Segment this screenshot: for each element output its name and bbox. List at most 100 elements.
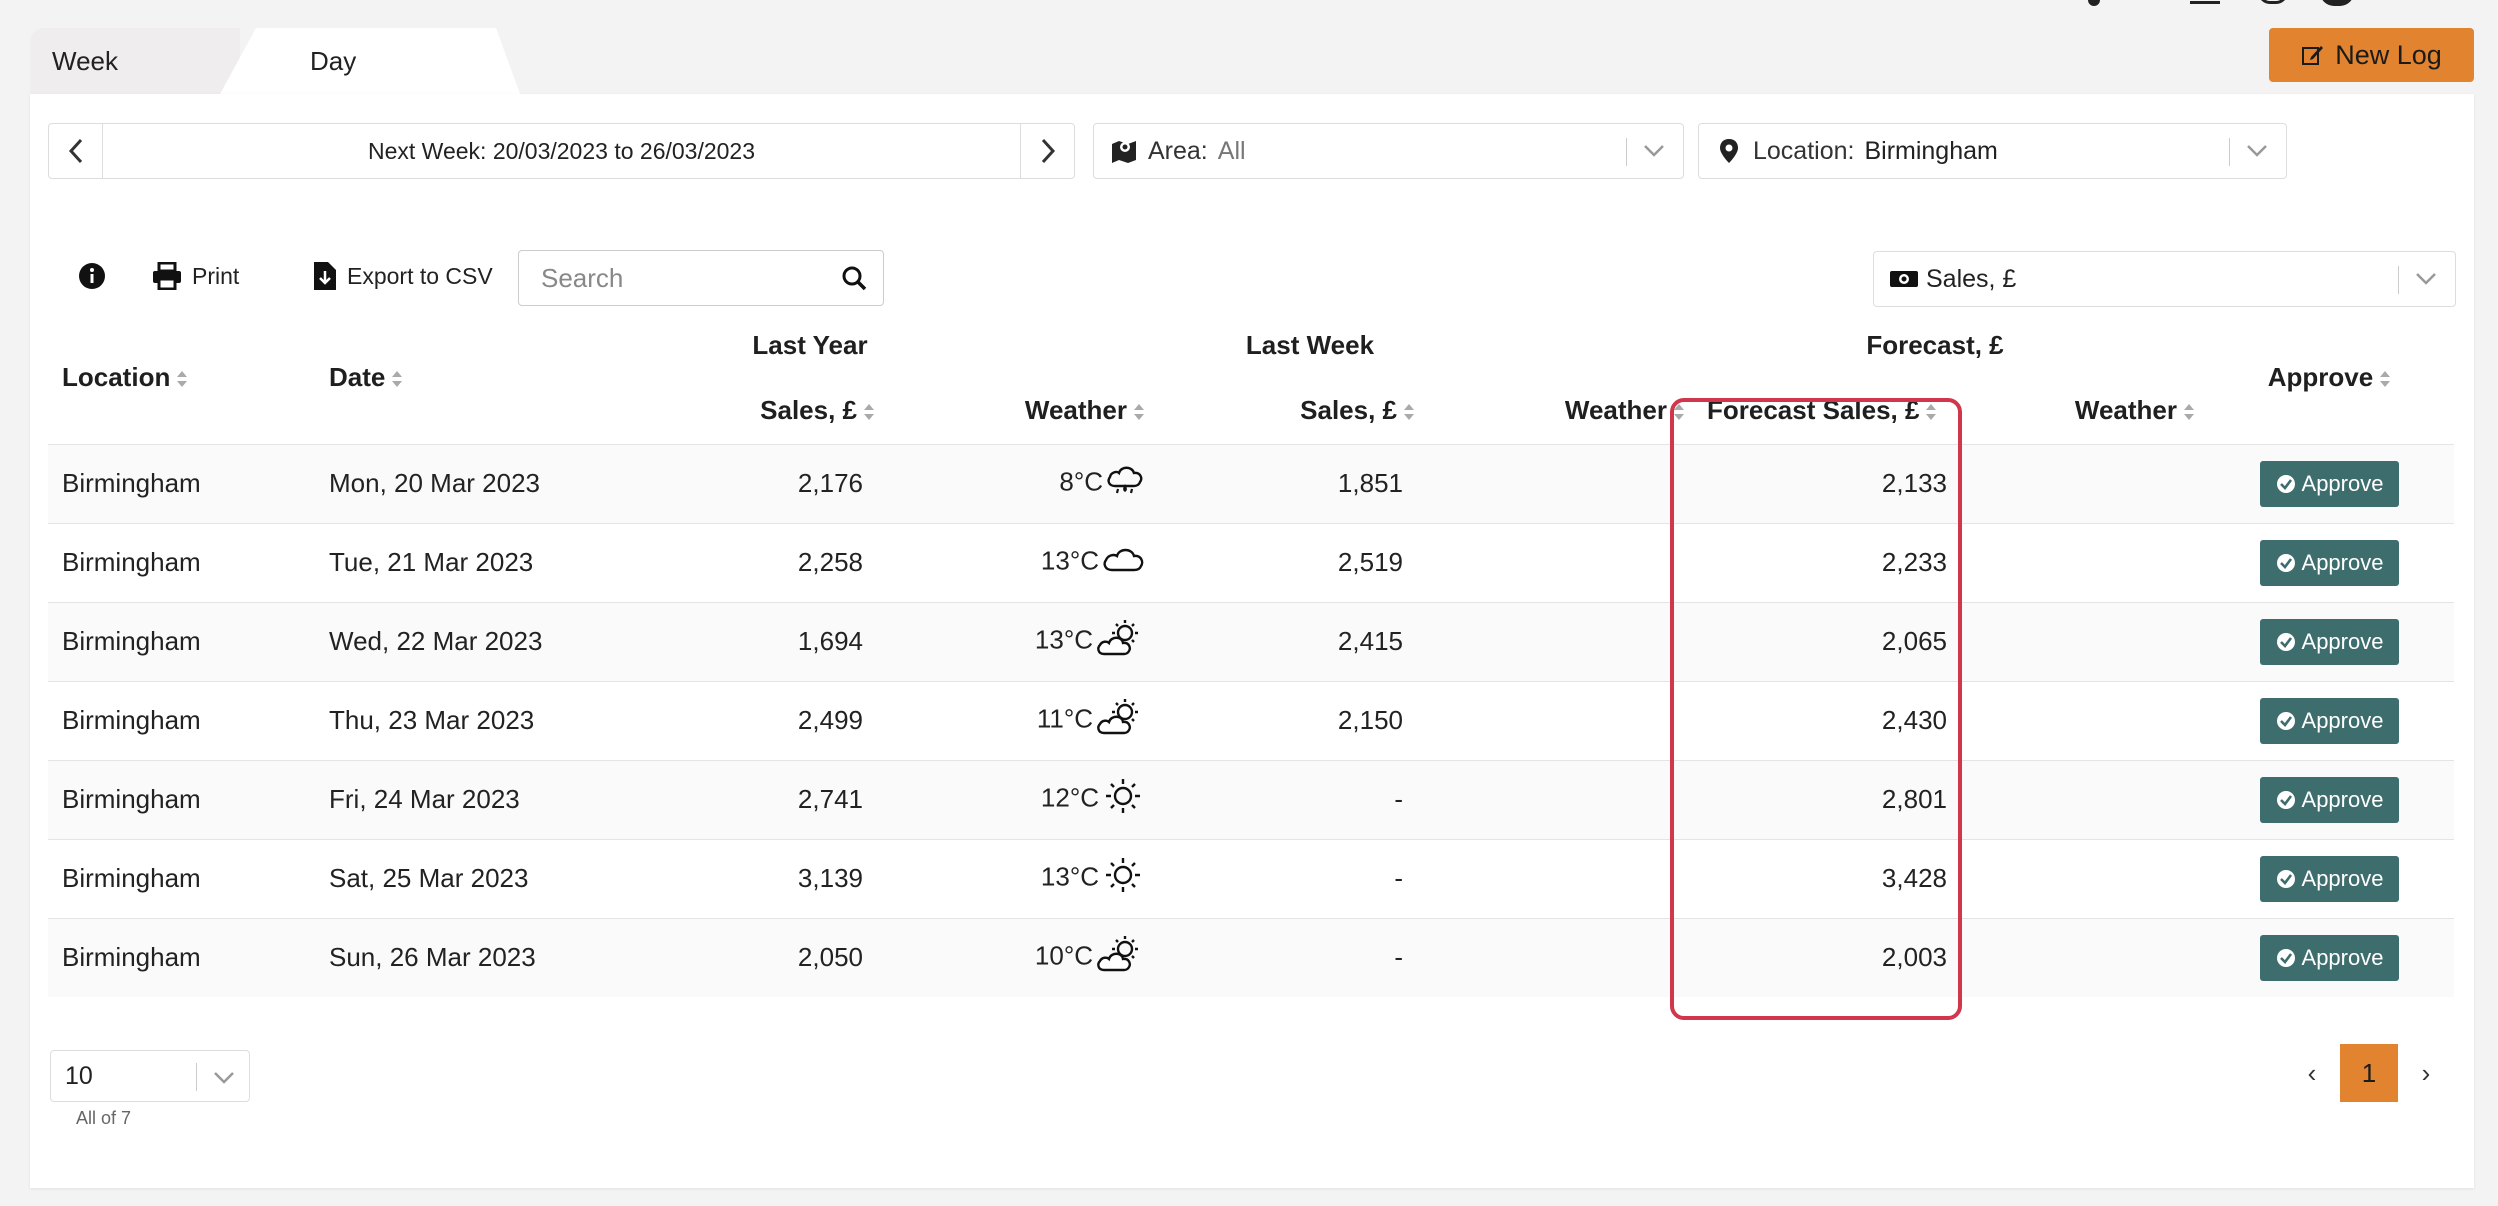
chevron-left-icon	[68, 138, 82, 164]
approve-button[interactable]: Approve	[2259, 776, 2400, 823]
cell-fc-sales: 3,428	[1881, 863, 1947, 893]
weather-temp: 11°C	[1036, 703, 1093, 734]
sort-icon	[2380, 371, 2391, 388]
cell-ly-weather: 8°C	[885, 444, 1155, 523]
cell-lw-weather	[1425, 523, 1695, 602]
approve-button[interactable]: Approve	[2259, 697, 2400, 744]
approve-label: Approve	[2301, 549, 2384, 575]
cell-lw-weather	[1425, 918, 1695, 997]
table-row: Birmingham Sun, 26 Mar 2023 2,050 10°C - 2,00…	[48, 918, 2454, 997]
print-button[interactable]: Print	[152, 251, 239, 301]
select-divider	[2229, 138, 2230, 166]
search-input[interactable]	[519, 262, 819, 294]
sort-icon	[1926, 404, 1937, 421]
cell-ly-weather: 13°C	[885, 523, 1155, 602]
approve-button[interactable]: Approve	[2259, 539, 2400, 586]
location-select[interactable]: Location: Birmingham	[1698, 123, 2287, 179]
approve-label: Approve	[2301, 865, 2384, 891]
approve-label: Approve	[2301, 786, 2384, 812]
export-csv-button[interactable]: Export to CSV	[313, 251, 493, 301]
check-circle-icon	[2276, 790, 2295, 809]
col-approve[interactable]: Approve	[2205, 312, 2454, 444]
check-circle-icon	[2276, 553, 2295, 572]
cell-approve: Approve	[2205, 602, 2454, 681]
area-select-value: All	[1217, 136, 1246, 165]
cell-lw-weather	[1425, 602, 1695, 681]
cell-ly-sales: 1,694	[797, 626, 863, 656]
cell-ly-sales: 2,258	[797, 547, 863, 577]
cell-fc-sales: 2,133	[1881, 468, 1947, 498]
tab-day[interactable]: Day	[220, 28, 520, 94]
table-row: Birmingham Thu, 23 Mar 2023 2,499 11°C 2,150…	[48, 681, 2454, 760]
next-week-button[interactable]	[1020, 124, 1074, 178]
cell-fc-sales: 2,430	[1881, 705, 1947, 735]
approve-button[interactable]: Approve	[2259, 460, 2400, 507]
table-row: Birmingham Mon, 20 Mar 2023 2,176 8°C 1,851 2…	[48, 444, 2454, 523]
group-last-week: Last Week	[1245, 329, 1375, 360]
weather-temp: 12°C	[1040, 782, 1099, 813]
col-date[interactable]: Date	[315, 312, 585, 444]
cell-approve: Approve	[2205, 444, 2454, 523]
week-range-label: Next Week: 20/03/2023 to 26/03/2023	[367, 137, 756, 164]
partly-cloudy-icon	[1095, 934, 1145, 981]
cell-date: Thu, 23 Mar 2023	[329, 705, 535, 735]
forecast-table: Location Date Last Year Last Week Foreca…	[48, 312, 2454, 997]
new-log-button[interactable]: New Log	[2269, 28, 2474, 82]
approve-label: Approve	[2301, 470, 2384, 496]
sort-icon	[1674, 404, 1684, 421]
approve-button[interactable]: Approve	[2259, 618, 2400, 665]
metric-select[interactable]: Sales, £	[1873, 251, 2456, 307]
tab-week[interactable]: Week	[30, 28, 240, 94]
col-ly-weather[interactable]: Weather	[885, 378, 1155, 444]
sun-icon	[1101, 855, 1145, 902]
page-size-select[interactable]: 10	[50, 1050, 250, 1102]
pagination: ‹ 1 ›	[2284, 1044, 2454, 1102]
area-select[interactable]: Area: All	[1093, 123, 1684, 179]
sun-icon	[1101, 776, 1145, 823]
cell-fc-weather	[1975, 760, 2205, 839]
page-size-value: 10	[65, 1061, 93, 1090]
main-card: Next Week: 20/03/2023 to 26/03/2023 Area…	[30, 94, 2474, 1188]
cell-ly-sales: 3,139	[797, 863, 863, 893]
table-row: Birmingham Fri, 24 Mar 2023 2,741 12°C - 2,80…	[48, 760, 2454, 839]
page-button-1[interactable]: 1	[2340, 1044, 2398, 1102]
col-lw-sales-label: Sales, £	[1300, 395, 1397, 426]
approve-label: Approve	[2301, 707, 2384, 733]
cell-ly-sales: 2,499	[797, 705, 863, 735]
info-button[interactable]	[78, 251, 106, 301]
cell-lw-sales: 2,150	[1337, 705, 1403, 735]
approve-button[interactable]: Approve	[2259, 934, 2400, 981]
cell-lw-sales: -	[1394, 863, 1403, 893]
prev-week-button[interactable]	[49, 124, 103, 178]
cell-approve: Approve	[2205, 760, 2454, 839]
cell-date: Mon, 20 Mar 2023	[329, 468, 541, 498]
check-circle-icon	[2276, 474, 2295, 493]
approve-button[interactable]: Approve	[2259, 855, 2400, 902]
col-ly-sales[interactable]: Sales, £	[585, 378, 885, 444]
chevron-down-icon	[2415, 264, 2437, 300]
col-lw-sales[interactable]: Sales, £	[1155, 378, 1425, 444]
col-lw-weather[interactable]: Weather	[1425, 378, 1695, 444]
cell-ly-weather: 13°C	[885, 839, 1155, 918]
print-icon	[153, 262, 181, 290]
col-date-label: Date	[329, 362, 386, 393]
cell-date: Sun, 26 Mar 2023	[329, 942, 536, 973]
next-page-button[interactable]: ›	[2398, 1058, 2454, 1089]
table-row: Birmingham Wed, 22 Mar 2023 1,694 13°C 2,415…	[48, 602, 2454, 681]
col-fc-weather[interactable]: Weather	[1975, 378, 2205, 444]
cell-fc-sales: 2,801	[1881, 784, 1947, 814]
col-fc-sales[interactable]: Forecast Sales, £	[1695, 378, 1975, 444]
col-approve-label: Approve	[2267, 362, 2374, 393]
sort-icon	[2184, 404, 2194, 421]
approve-label: Approve	[2301, 628, 2384, 654]
search-icon[interactable]	[841, 265, 867, 296]
cell-ly-weather: 13°C	[885, 602, 1155, 681]
cell-ly-weather: 10°C	[885, 918, 1155, 997]
prev-page-button[interactable]: ‹	[2284, 1058, 2340, 1089]
weather-temp: 13°C	[1040, 861, 1099, 892]
chevron-down-icon	[213, 1063, 235, 1097]
select-divider	[196, 1063, 197, 1091]
col-location[interactable]: Location	[48, 312, 315, 444]
cell-fc-weather	[1975, 444, 2205, 523]
money-icon	[1886, 268, 1922, 290]
